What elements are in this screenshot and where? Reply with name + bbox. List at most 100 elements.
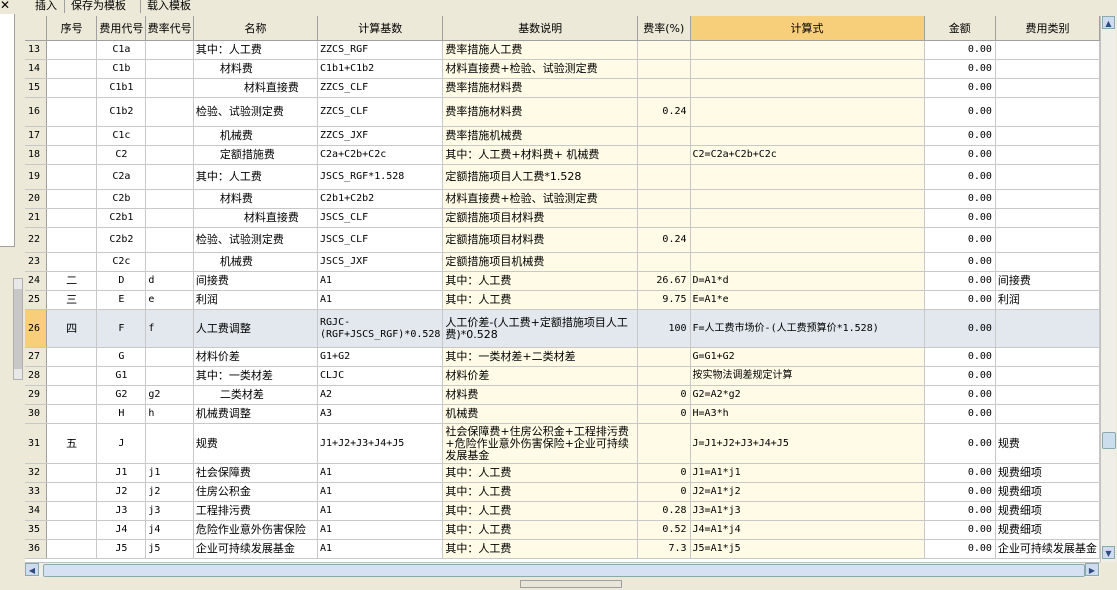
row-number-cell[interactable]: 28 [25,366,47,386]
row-number-cell[interactable]: 18 [25,145,47,165]
fee-code-cell[interactable]: J5 [96,539,147,559]
table-row[interactable]: 31 五 J 规费 J1+J2+J3+J4+J5 社会保障费+住房公积金+工程排污费+危险… [25,423,1100,464]
name-cell[interactable]: 材料直接费 [193,208,319,228]
rate-code-cell[interactable]: f [145,309,194,348]
xuhao-cell[interactable] [46,520,98,540]
name-cell[interactable]: 机械费 [193,126,319,146]
fee-category-cell[interactable] [995,145,1100,165]
calc-base-cell[interactable]: JSCS_RGF*1.528 [317,164,444,190]
amount-cell[interactable]: 0.00 [924,309,996,348]
fee-code-cell[interactable]: H [96,404,147,424]
formula-cell[interactable]: G=G1+G2 [690,347,925,367]
base-desc-cell[interactable]: 其中：人工费 [442,271,638,291]
xuhao-cell[interactable]: 五 [46,423,98,464]
xuhao-cell[interactable]: 四 [46,309,98,348]
rate-cell[interactable] [637,208,691,228]
xuhao-cell[interactable] [46,164,98,190]
col-header-name[interactable]: 名称 [193,16,319,41]
base-desc-cell[interactable]: 材料费 [442,385,638,405]
amount-cell[interactable]: 0.00 [924,423,996,464]
fee-category-cell[interactable]: 规费细项 [995,501,1100,521]
close-icon[interactable]: ✕ [0,0,10,12]
col-header-fee-category[interactable]: 费用类别 [995,16,1100,41]
rate-cell[interactable] [637,366,691,386]
col-header-rate-code[interactable]: 费率代号 [145,16,194,41]
formula-cell[interactable] [690,126,925,146]
fee-code-cell[interactable]: C2a [96,164,147,190]
amount-cell[interactable]: 0.00 [924,290,996,310]
row-number-cell[interactable]: 34 [25,501,47,521]
formula-cell[interactable] [690,78,925,98]
fee-code-cell[interactable]: C1a [96,40,147,60]
table-row[interactable]: 33 J2 j2 住房公积金 A1 其中：人工费 0 J2=A1*j2 0.00 规费细项 [25,482,1100,502]
name-cell[interactable]: 人工费调整 [193,309,319,348]
rate-code-cell[interactable] [145,40,194,60]
amount-cell[interactable]: 0.00 [924,145,996,165]
rate-cell[interactable] [637,78,691,98]
rate-code-cell[interactable] [145,189,194,209]
amount-cell[interactable]: 0.00 [924,126,996,146]
row-number-cell[interactable]: 13 [25,40,47,60]
col-header-fee-code[interactable]: 费用代号 [96,16,147,41]
fee-code-cell[interactable]: D [96,271,147,291]
base-desc-cell[interactable]: 费率措施人工费 [442,40,638,60]
name-cell[interactable]: 危险作业意外伤害保险 [193,520,319,540]
name-cell[interactable]: 二类材差 [193,385,319,405]
formula-cell[interactable]: F=人工费市场价-(人工费预算价*1.528) [690,309,925,348]
xuhao-cell[interactable]: 三 [46,290,98,310]
fee-code-cell[interactable]: J3 [96,501,147,521]
rate-cell[interactable] [637,347,691,367]
row-number-cell[interactable]: 16 [25,97,47,127]
amount-cell[interactable]: 0.00 [924,385,996,405]
fee-code-cell[interactable]: G1 [96,366,147,386]
rate-cell[interactable]: 0 [637,385,691,405]
name-cell[interactable]: 其中：人工费 [193,40,319,60]
fee-category-cell[interactable] [995,227,1100,253]
name-cell[interactable]: 材料费 [193,189,319,209]
name-cell[interactable]: 其中：一类材差 [193,366,319,386]
fee-category-cell[interactable] [995,78,1100,98]
fee-category-cell[interactable] [995,126,1100,146]
rate-code-cell[interactable] [145,126,194,146]
base-desc-cell[interactable]: 其中：人工费 [442,482,638,502]
base-desc-cell[interactable]: 人工价差-(人工费+定额措施项目人工费)*0.528 [442,309,638,348]
base-desc-cell[interactable]: 其中：一类材差+二类材差 [442,347,638,367]
amount-cell[interactable]: 0.00 [924,40,996,60]
xuhao-cell[interactable] [46,539,98,559]
amount-cell[interactable]: 0.00 [924,482,996,502]
calc-base-cell[interactable]: J1+J2+J3+J4+J5 [317,423,444,464]
fee-code-cell[interactable]: C1b1 [96,78,147,98]
base-desc-cell[interactable]: 其中：人工费 [442,290,638,310]
table-row[interactable]: 14 C1b 材料费 C1b1+C1b2 材料直接费+检验、试验测定费 0.00 [25,59,1100,79]
formula-cell[interactable] [690,189,925,209]
table-row[interactable]: 18 C2 定额措施费 C2a+C2b+C2c 其中：人工费+材料费+ 机械费 C2=C2… [25,145,1100,165]
fee-category-cell[interactable] [995,97,1100,127]
formula-cell[interactable] [690,227,925,253]
xuhao-cell[interactable] [46,501,98,521]
fee-code-cell[interactable]: J1 [96,463,147,483]
table-row[interactable]: 28 G1 其中：一类材差 CLJC 材料价差 按实物法调差规定计算 0.00 [25,366,1100,386]
rate-cell[interactable]: 100 [637,309,691,348]
base-desc-cell[interactable]: 材料直接费+检验、试验测定费 [442,189,638,209]
name-cell[interactable]: 规费 [193,423,319,464]
fee-category-cell[interactable]: 企业可持续发展基金 [995,539,1100,559]
row-number-cell[interactable]: 29 [25,385,47,405]
rate-cell[interactable]: 0.52 [637,520,691,540]
calc-base-cell[interactable]: ZZCS_CLF [317,78,444,98]
name-cell[interactable]: 材料价差 [193,347,319,367]
table-row[interactable]: 21 C2b1 材料直接费 JSCS_CLF 定额措施项目材料费 0.00 [25,208,1100,228]
rate-cell[interactable] [637,40,691,60]
rate-code-cell[interactable] [145,366,194,386]
calc-base-cell[interactable]: A1 [317,539,444,559]
row-number-cell[interactable]: 20 [25,189,47,209]
formula-cell[interactable]: J2=A1*j2 [690,482,925,502]
name-cell[interactable]: 材料费 [193,59,319,79]
xuhao-cell[interactable] [46,145,98,165]
xuhao-cell[interactable] [46,97,98,127]
left-scrollbar[interactable] [13,278,23,380]
fee-code-cell[interactable]: F [96,309,147,348]
table-row[interactable]: 27 G 材料价差 G1+G2 其中：一类材差+二类材差 G=G1+G2 0.00 [25,347,1100,367]
base-desc-cell[interactable]: 其中：人工费 [442,501,638,521]
col-header-rate[interactable]: 费率(%) [637,16,691,41]
calc-base-cell[interactable]: A1 [317,520,444,540]
